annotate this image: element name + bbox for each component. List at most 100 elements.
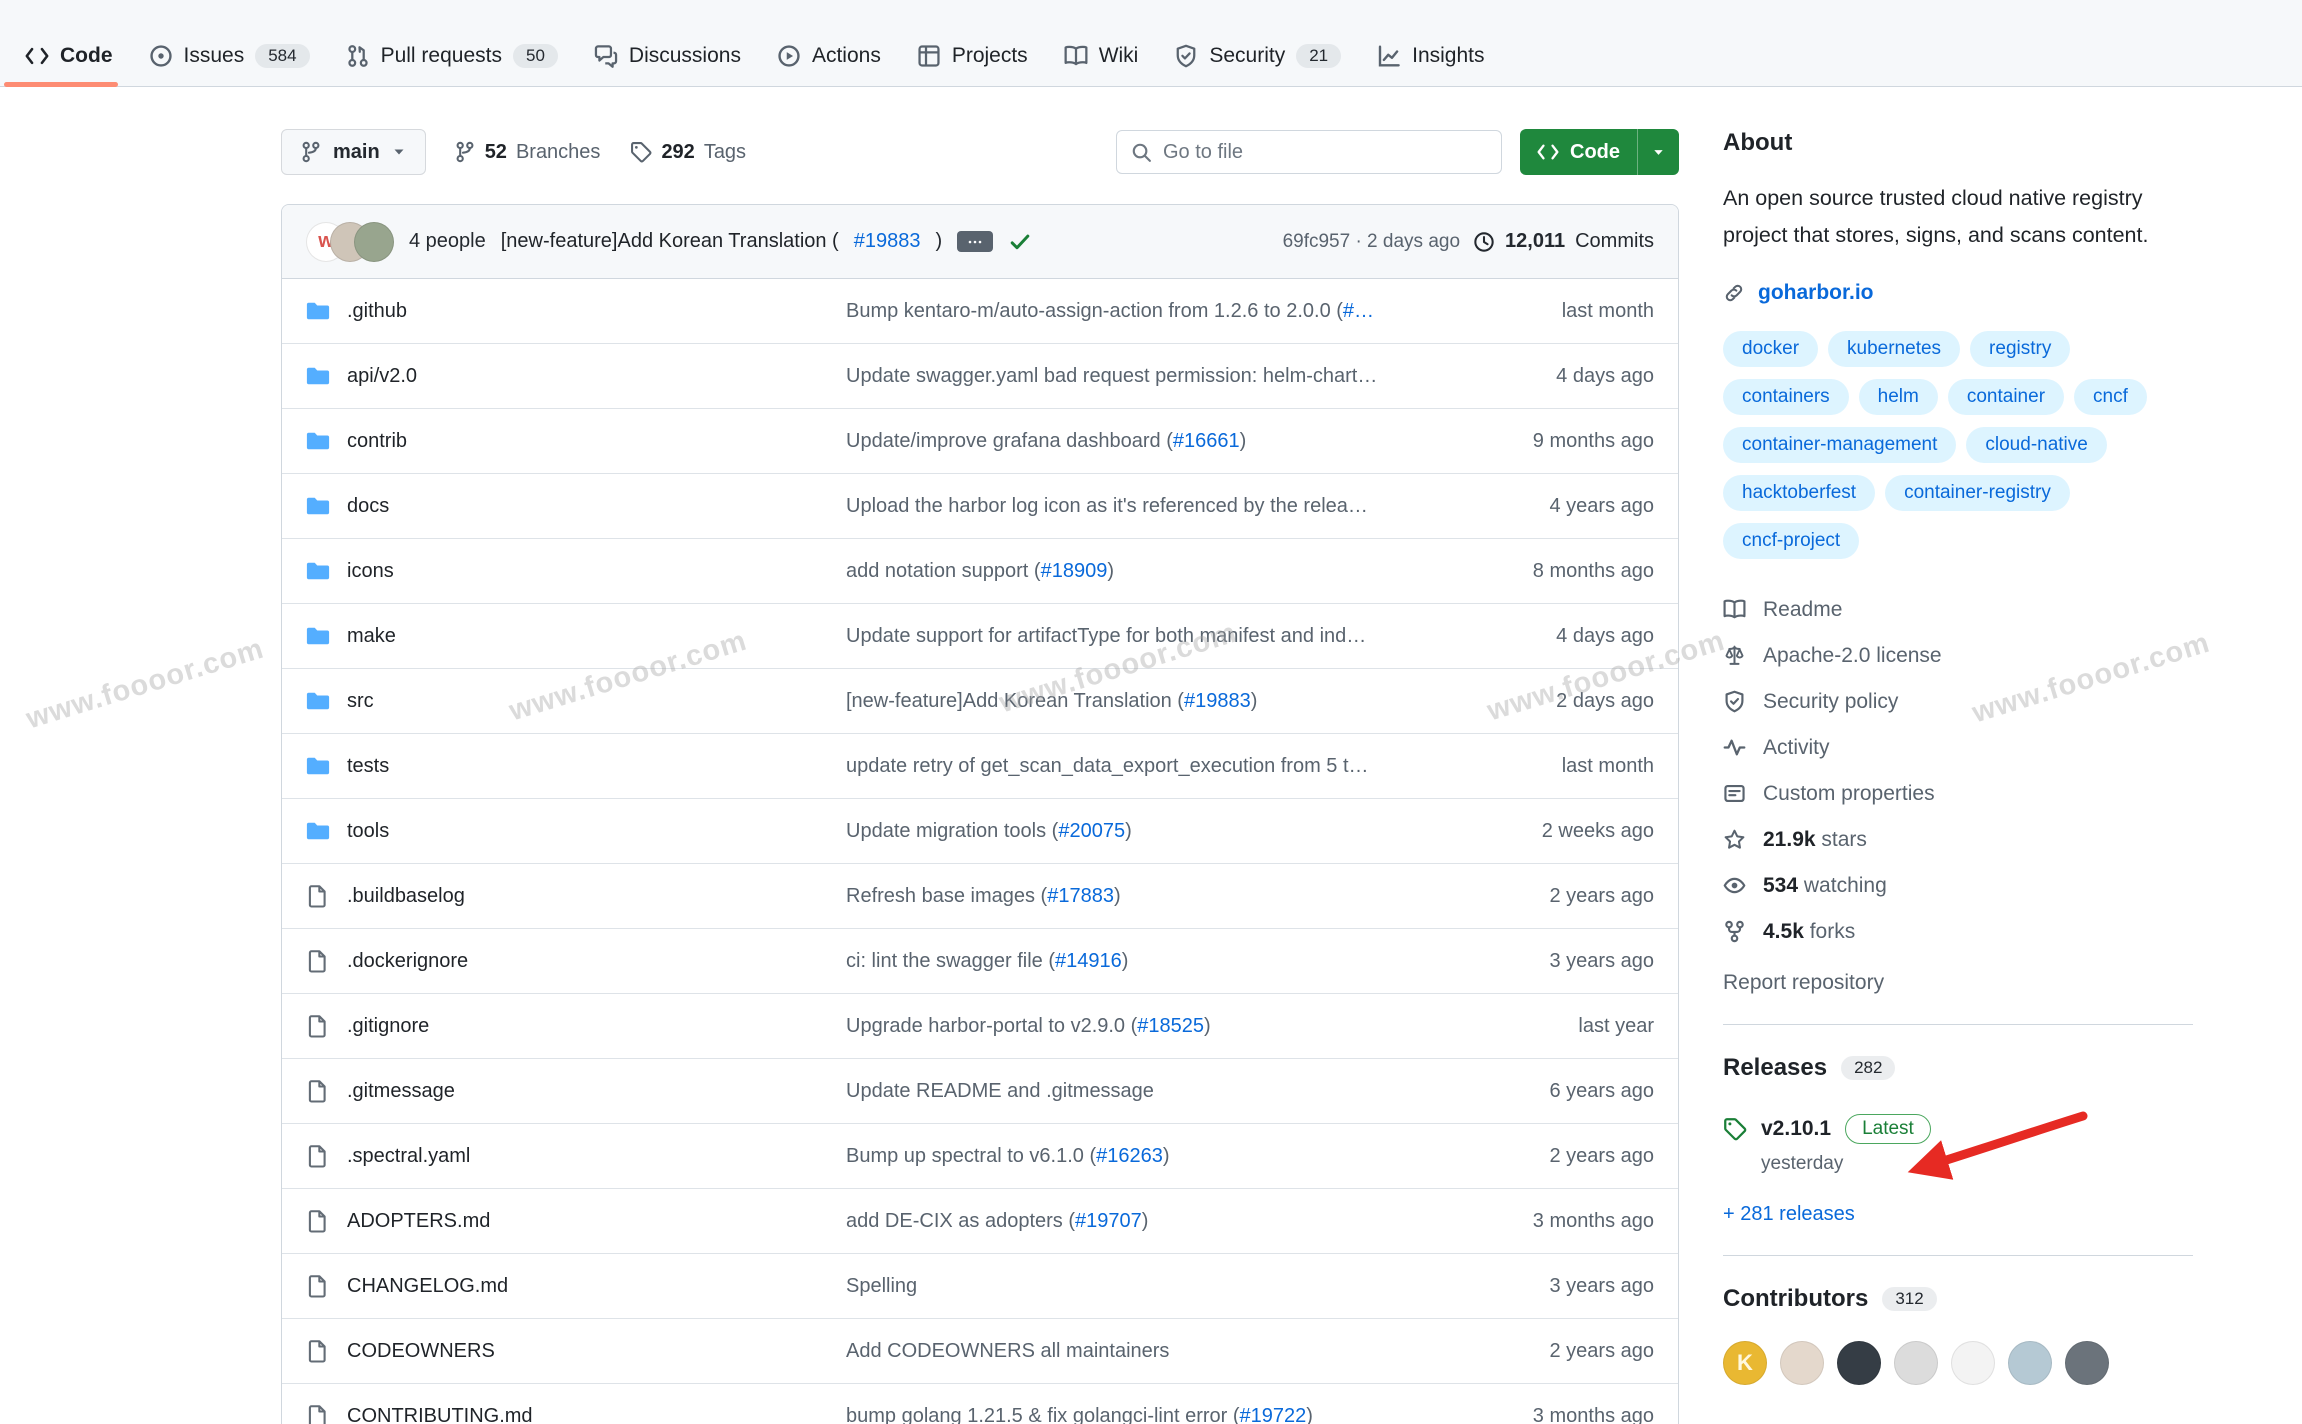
row-pr-link[interactable]: #18525 [1137, 1015, 1204, 1037]
table-row[interactable]: tools Update migration tools (#20075) 2 … [282, 799, 1678, 864]
contributor-avatar[interactable] [1951, 1341, 1995, 1385]
table-row[interactable]: CONTRIBUTING.md bump golang 1.21.5 & fix… [282, 1384, 1678, 1424]
code-button[interactable]: Code [1520, 129, 1679, 175]
row-commit-message-suffix[interactable]: ) [1125, 820, 1132, 842]
file-name-link[interactable]: .gitmessage [347, 1080, 455, 1103]
sidebar-link-custom-properties[interactable]: Custom properties [1723, 771, 2193, 817]
file-name-link[interactable]: src [347, 690, 374, 713]
checks-status-icon[interactable] [1008, 230, 1032, 254]
table-row[interactable]: .dockerignore ci: lint the swagger file … [282, 929, 1678, 994]
table-row[interactable]: ADOPTERS.md add DE-CIX as adopters (#197… [282, 1189, 1678, 1254]
row-commit-message[interactable]: Bump kentaro-m/auto-assign-action from 1… [846, 300, 1343, 322]
tab-security[interactable]: Security 21 [1159, 26, 1356, 86]
report-repository-link[interactable]: Report repository [1723, 971, 1884, 995]
tab-discussions[interactable]: Discussions [579, 26, 756, 86]
row-commit-message-suffix[interactable]: ) [1204, 1015, 1211, 1037]
file-name-link[interactable]: api/v2.0 [347, 365, 417, 388]
row-commit-message-suffix[interactable]: ) [1122, 950, 1129, 972]
row-commit-message[interactable]: Upgrade harbor-portal to v2.9.0 ( [846, 1015, 1137, 1037]
table-row[interactable]: api/v2.0 Update swagger.yaml bad request… [282, 344, 1678, 409]
branches-link[interactable]: 52 Branches [454, 141, 601, 164]
row-commit-message[interactable]: add DE-CIX as adopters ( [846, 1210, 1075, 1232]
contributor-avatar[interactable] [1780, 1341, 1824, 1385]
commit-history-link[interactable]: 12,011 Commits [1473, 230, 1654, 253]
file-name-link[interactable]: .gitignore [347, 1015, 429, 1038]
tab-issues[interactable]: Issues 584 [134, 26, 325, 86]
file-name-link[interactable]: docs [347, 495, 389, 518]
topic-tag[interactable]: docker [1723, 331, 1818, 367]
topic-tag[interactable]: registry [1970, 331, 2070, 367]
table-row[interactable]: docs Upload the harbor log icon as it's … [282, 474, 1678, 539]
stat-stars[interactable]: 21.9k stars [1723, 817, 2193, 863]
table-row[interactable]: tests update retry of get_scan_data_expo… [282, 734, 1678, 799]
website-link[interactable]: goharbor.io [1758, 281, 1874, 305]
topic-tag[interactable]: containers [1723, 379, 1849, 415]
row-pr-link[interactable]: #16263 [1096, 1145, 1163, 1167]
file-name-link[interactable]: CODEOWNERS [347, 1340, 495, 1363]
commit-sha-time[interactable]: 69fc957 · 2 days ago [1283, 231, 1460, 253]
file-name-link[interactable]: contrib [347, 430, 407, 453]
latest-release-version[interactable]: v2.10.1 [1761, 1117, 1831, 1141]
commit-description-toggle[interactable] [957, 231, 993, 252]
tab-projects[interactable]: Projects [902, 26, 1043, 86]
file-name-link[interactable]: .github [347, 300, 407, 323]
table-row[interactable]: src [new-feature]Add Korean Translation … [282, 669, 1678, 734]
contributor-avatar[interactable] [2065, 1341, 2109, 1385]
topic-tag[interactable]: helm [1859, 379, 1938, 415]
row-commit-message[interactable]: Update support for artifactType for both… [846, 625, 1366, 647]
go-to-file-input[interactable] [1163, 141, 1487, 164]
row-pr-link[interactable]: #20075 [1058, 820, 1125, 842]
sidebar-link-security-policy[interactable]: Security policy [1723, 679, 2193, 725]
row-commit-message-suffix[interactable]: ) [1240, 430, 1247, 452]
row-commit-message-suffix[interactable]: ) [1114, 885, 1121, 907]
stat-forks[interactable]: 4.5k forks [1723, 909, 2193, 955]
sidebar-link-readme[interactable]: Readme [1723, 587, 2193, 633]
row-commit-message[interactable]: Update/improve grafana dashboard ( [846, 430, 1173, 452]
sidebar-link-apache-2-0-license[interactable]: Apache-2.0 license [1723, 633, 2193, 679]
row-pr-link[interactable]: #18909 [1041, 560, 1108, 582]
table-row[interactable]: CHANGELOG.md Spelling 3 years ago [282, 1254, 1678, 1319]
table-row[interactable]: .github Bump kentaro-m/auto-assign-actio… [282, 279, 1678, 344]
row-commit-message[interactable]: update retry of get_scan_data_export_exe… [846, 755, 1369, 777]
row-commit-message[interactable]: Update README and .gitmessage [846, 1080, 1154, 1102]
commit-pr-link[interactable]: #19883 [854, 230, 921, 253]
file-name-link[interactable]: ADOPTERS.md [347, 1210, 490, 1233]
row-commit-message-suffix[interactable]: ) [1142, 1210, 1149, 1232]
row-commit-message-suffix[interactable]: ) [1107, 560, 1114, 582]
contributor-avatar[interactable] [1837, 1341, 1881, 1385]
topic-tag[interactable]: container-registry [1885, 475, 2070, 511]
topic-tag[interactable]: cncf-project [1723, 523, 1859, 559]
file-name-link[interactable]: .buildbaselog [347, 885, 465, 908]
table-row[interactable]: make Update support for artifactType for… [282, 604, 1678, 669]
row-commit-message[interactable]: Spelling [846, 1275, 917, 1297]
row-commit-message[interactable]: Add CODEOWNERS all maintainers [846, 1340, 1169, 1362]
row-commit-message[interactable]: Update migration tools ( [846, 820, 1058, 842]
row-pr-link[interactable]: #14916 [1055, 950, 1122, 972]
file-name-link[interactable]: make [347, 625, 396, 648]
topic-tag[interactable]: hacktoberfest [1723, 475, 1875, 511]
file-name-link[interactable]: tools [347, 820, 389, 843]
row-commit-message[interactable]: Update swagger.yaml bad request permissi… [846, 365, 1377, 387]
table-row[interactable]: .gitignore Upgrade harbor-portal to v2.9… [282, 994, 1678, 1059]
contributor-avatar[interactable] [2008, 1341, 2052, 1385]
contributor-avatar[interactable] [1894, 1341, 1938, 1385]
stat-watching[interactable]: 534 watching [1723, 863, 2193, 909]
file-name-link[interactable]: CONTRIBUTING.md [347, 1405, 533, 1424]
row-commit-message[interactable]: bump golang 1.21.5 & fix golangci-lint e… [846, 1405, 1240, 1424]
topic-tag[interactable]: container-management [1723, 427, 1956, 463]
row-pr-link[interactable]: #19883 [1184, 690, 1251, 712]
row-commit-message[interactable]: Refresh base images ( [846, 885, 1047, 907]
file-name-link[interactable]: CHANGELOG.md [347, 1275, 508, 1298]
row-commit-message-suffix[interactable]: ) [1306, 1405, 1313, 1424]
topic-tag[interactable]: cloud-native [1966, 427, 2106, 463]
tab-code[interactable]: Code [10, 26, 128, 86]
row-pr-link[interactable]: #16661 [1173, 430, 1240, 452]
file-name-link[interactable]: tests [347, 755, 389, 778]
table-row[interactable]: .buildbaselog Refresh base images (#1788… [282, 864, 1678, 929]
topic-tag[interactable]: container [1948, 379, 2064, 415]
file-name-link[interactable]: .dockerignore [347, 950, 468, 973]
row-commit-message-suffix[interactable]: ) [1163, 1145, 1170, 1167]
sidebar-link-activity[interactable]: Activity [1723, 725, 2193, 771]
row-commit-message[interactable]: Upload the harbor log icon as it's refer… [846, 495, 1368, 517]
topic-tag[interactable]: kubernetes [1828, 331, 1960, 367]
